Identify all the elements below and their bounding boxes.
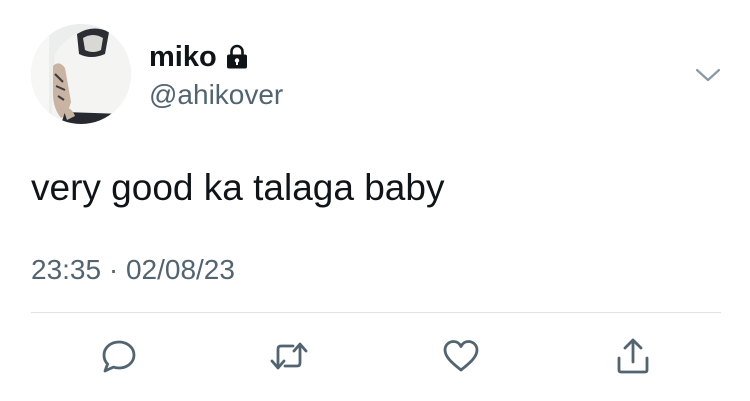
tweet-card: miko @ahikover very good ka talaga baby … (0, 0, 750, 401)
tweet-timestamp[interactable]: 23:35 · 02/08/23 (31, 253, 235, 287)
share-icon (617, 338, 649, 374)
share-button[interactable] (611, 334, 655, 378)
reply-button[interactable] (97, 334, 141, 378)
avatar-image (31, 24, 131, 124)
like-button[interactable] (439, 334, 483, 378)
display-name[interactable]: miko (149, 40, 217, 74)
chevron-down-icon (695, 68, 721, 82)
display-name-row: miko (149, 40, 249, 74)
divider (31, 312, 721, 313)
tweet-text: very good ka talaga baby (31, 167, 445, 208)
lock-icon (225, 44, 249, 70)
avatar[interactable] (31, 24, 131, 124)
like-icon (443, 340, 479, 372)
retweet-button[interactable] (267, 334, 311, 378)
retweet-icon (270, 342, 308, 370)
user-handle[interactable]: @ahikover (149, 78, 283, 112)
reply-icon (102, 340, 136, 373)
more-options-button[interactable] (692, 60, 724, 90)
